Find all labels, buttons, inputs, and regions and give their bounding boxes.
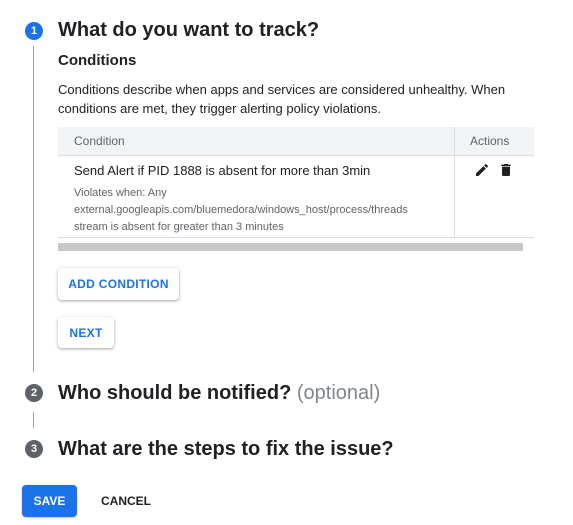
step-1-badge: 1 — [25, 22, 43, 40]
condition-title: Send Alert if PID 1888 is absent for mor… — [74, 163, 371, 178]
condition-detail-line: Violates when: Any — [74, 187, 167, 199]
step-3-title[interactable]: What are the steps to fix the issue? — [58, 438, 394, 461]
step-1-title: What do you want to track? — [58, 19, 320, 41]
column-header-actions: Actions — [470, 134, 510, 148]
column-divider — [454, 127, 455, 237]
column-header-condition: Condition — [74, 134, 125, 148]
cancel-button[interactable]: CANCEL — [92, 485, 160, 517]
next-button[interactable]: NEXT — [58, 317, 114, 348]
condition-detail: Violates when: Any external.googleapis.c… — [74, 185, 454, 236]
step-2-badge: 2 — [25, 384, 43, 402]
conditions-description: Conditions describe when apps and servic… — [58, 82, 506, 116]
step-2-optional-label: (optional) — [296, 382, 381, 404]
alerting-policy-form: 1 What do you want to track? Conditions … — [0, 0, 573, 525]
condition-detail-line: stream is absent for greater than 3 minu… — [74, 221, 284, 233]
condition-detail-line: external.googleapis.com/bluemedora/windo… — [74, 204, 408, 216]
step-connector-line — [33, 46, 34, 372]
edit-icon[interactable] — [474, 162, 490, 178]
add-condition-button[interactable]: ADD CONDITION — [58, 268, 179, 300]
horizontal-scrollbar[interactable] — [58, 243, 523, 251]
delete-icon[interactable] — [498, 162, 514, 178]
step-2-title-text: Who should be notified? — [58, 382, 292, 404]
conditions-table: Condition Actions Send Alert if PID 1888… — [58, 127, 534, 238]
save-button[interactable]: SAVE — [22, 485, 77, 517]
step-connector-line — [33, 412, 34, 428]
conditions-heading: Conditions — [58, 52, 137, 69]
step-3-badge: 3 — [25, 440, 43, 458]
step-2-title[interactable]: Who should be notified? (optional) — [58, 382, 380, 405]
table-header: Condition Actions — [58, 127, 534, 156]
